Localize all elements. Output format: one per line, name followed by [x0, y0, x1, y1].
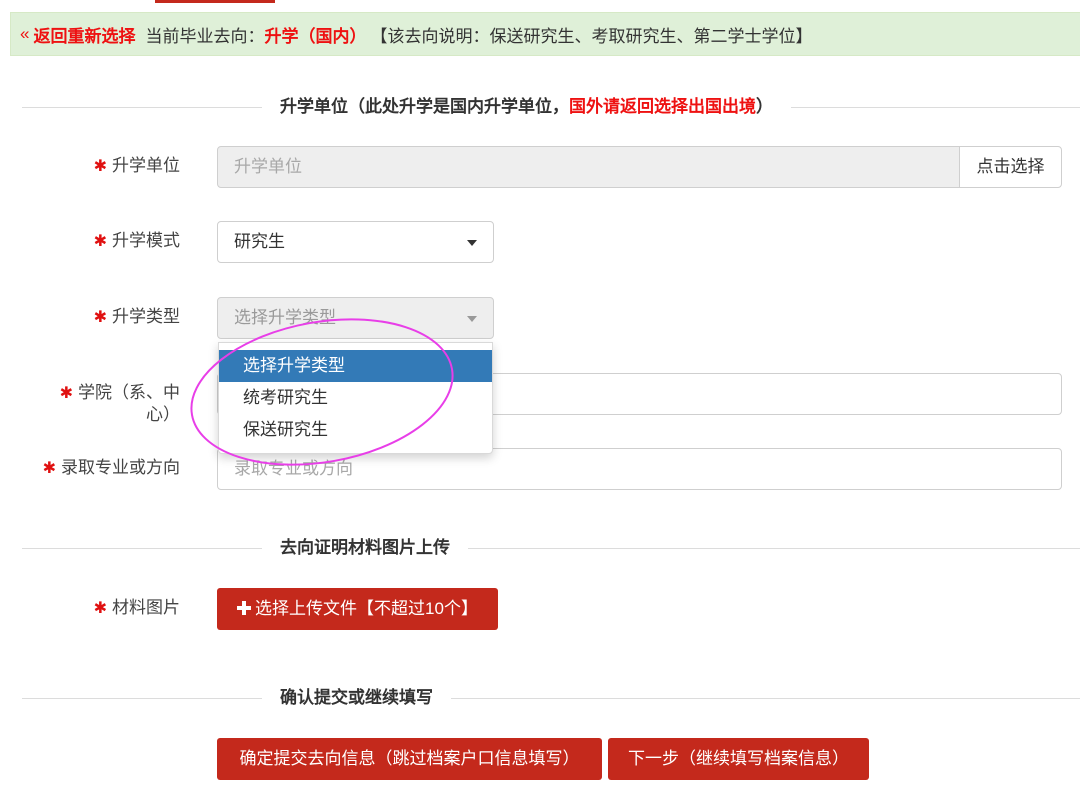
- type-option[interactable]: 保送研究生: [219, 414, 492, 446]
- school-label-text: 升学单位: [112, 156, 180, 175]
- required-asterisk-icon: ✱: [59, 385, 73, 402]
- major-label: ✱ 录取专业或方向: [30, 457, 180, 479]
- upload-files-label: 选择上传文件【不超过10个】: [255, 599, 478, 618]
- required-asterisk-icon: ✱: [42, 460, 56, 477]
- caret-down-icon: [467, 316, 477, 322]
- plus-icon: [237, 601, 252, 615]
- mode-label: ✱ 升学模式: [30, 230, 180, 252]
- mode-select-value: 研究生: [234, 232, 285, 251]
- type-select[interactable]: 选择升学类型: [217, 297, 494, 339]
- back-reselect-link[interactable]: « 返回重新选择: [20, 22, 135, 47]
- destination-banner: « 返回重新选择 当前毕业去向： 升学（国内） 【该去向说明：保送研究生、考取研…: [10, 12, 1080, 56]
- mode-select[interactable]: 研究生: [217, 221, 494, 263]
- images-label: ✱ 材料图片: [30, 597, 180, 619]
- section-school-divider: 升学单位（此处升学是国内升学单位，国外请返回选择出国出境）: [22, 96, 1080, 118]
- type-label: ✱ 升学类型: [30, 306, 180, 328]
- current-destination-label: 当前毕业去向：: [145, 26, 265, 46]
- type-option[interactable]: 选择升学类型: [219, 350, 492, 382]
- section-school-heading-prefix: 升学单位（此处升学是国内升学单位，: [280, 97, 569, 116]
- type-label-text: 升学类型: [112, 307, 180, 326]
- section-upload-heading: 去向证明材料图片上传: [262, 537, 468, 559]
- next-step-button[interactable]: 下一步（继续填写档案信息）: [608, 738, 869, 780]
- college-label: ✱ 学院（系、中心）: [50, 382, 180, 425]
- major-label-text: 录取专业或方向: [61, 458, 180, 477]
- type-select-value: 选择升学类型: [234, 308, 336, 327]
- current-destination-value: 升学（国内）: [264, 26, 367, 46]
- section-upload-divider: 去向证明材料图片上传: [22, 537, 1080, 559]
- type-option[interactable]: 统考研究生: [219, 382, 492, 414]
- section-school-heading-suffix: ）: [756, 97, 773, 116]
- upload-files-button[interactable]: 选择上传文件【不超过10个】: [217, 588, 498, 630]
- submit-destination-button[interactable]: 确定提交去向信息（跳过档案户口信息填写）: [217, 738, 602, 780]
- major-input[interactable]: [217, 448, 1062, 490]
- section-school-heading: 升学单位（此处升学是国内升学单位，国外请返回选择出国出境）: [262, 96, 791, 118]
- images-label-text: 材料图片: [112, 598, 180, 617]
- mode-label-text: 升学模式: [112, 231, 180, 250]
- active-tab-indicator: [155, 0, 275, 3]
- double-chevron-left-icon: «: [20, 24, 30, 43]
- pick-school-button[interactable]: 点击选择: [959, 146, 1062, 188]
- section-submit-divider: 确认提交或继续填写: [22, 687, 1080, 709]
- destination-description: 【该去向说明：保送研究生、考取研究生、第二学士学位】: [370, 26, 813, 46]
- required-asterisk-icon: ✱: [93, 600, 107, 617]
- required-asterisk-icon: ✱: [93, 158, 107, 175]
- school-label: ✱ 升学单位: [30, 155, 180, 177]
- section-school-heading-warning: 国外请返回选择出国出境: [569, 97, 756, 116]
- section-submit-heading: 确认提交或继续填写: [262, 687, 451, 709]
- required-asterisk-icon: ✱: [93, 233, 107, 250]
- type-dropdown-menu: 选择升学类型 统考研究生 保送研究生: [218, 342, 493, 454]
- caret-down-icon: [467, 240, 477, 246]
- school-input[interactable]: [217, 146, 960, 188]
- back-reselect-label: 返回重新选择: [33, 26, 136, 46]
- required-asterisk-icon: ✱: [93, 309, 107, 326]
- college-label-text: 学院（系、中心）: [78, 383, 180, 424]
